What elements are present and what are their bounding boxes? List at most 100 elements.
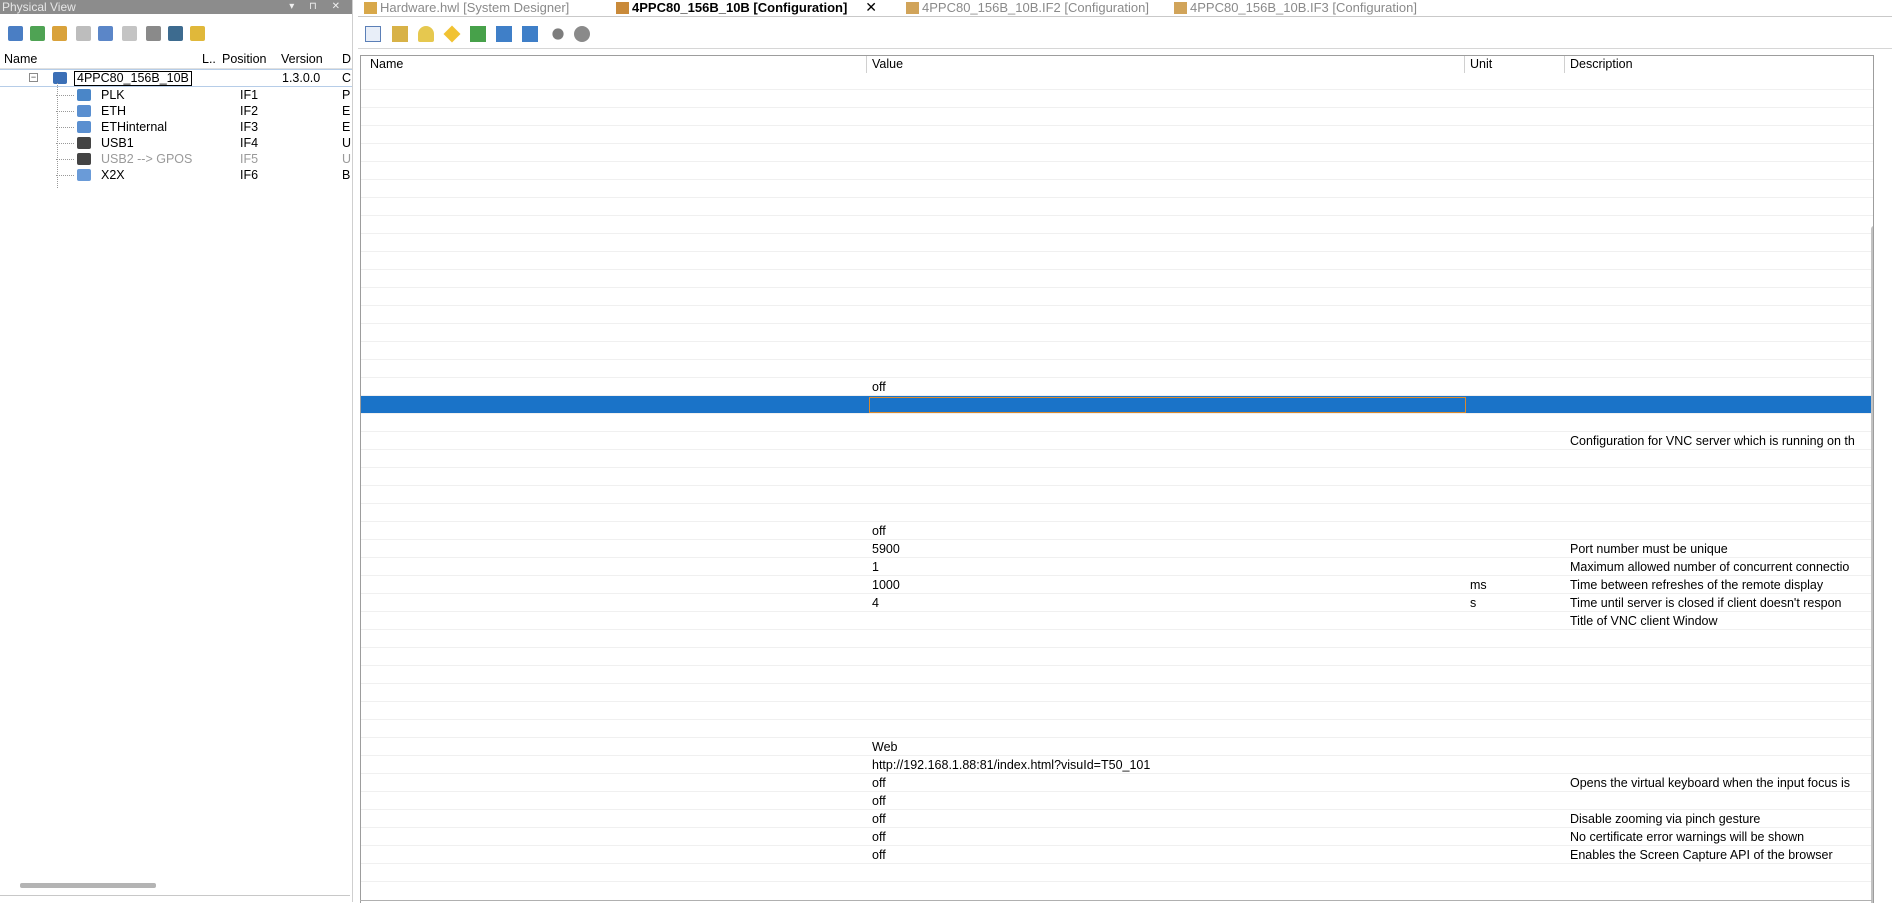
connect-icon[interactable]	[98, 26, 113, 41]
search-icon[interactable]	[30, 26, 45, 41]
config-row[interactable]: +Screen	[361, 684, 1873, 702]
circle-icon[interactable]	[552, 28, 564, 40]
config-row[interactable]: +Gestures	[361, 702, 1873, 720]
config-row[interactable]: +Internet file system	[361, 198, 1873, 216]
config-row[interactable]: +NAT configuration	[361, 414, 1873, 432]
tab-hardware-system-designer[interactable]: Hardware.hwl [System Designer]	[364, 0, 569, 16]
close-icon[interactable]: ✕	[865, 0, 877, 15]
config-row[interactable]: +Enable Screen CaptureoffEnables the Scr…	[361, 846, 1873, 864]
config-row[interactable]: +Communication	[361, 108, 1873, 126]
config-row[interactable]: Key mapping file	[361, 486, 1873, 504]
config-row[interactable]: Refresh rate1000msTime between refreshes…	[361, 576, 1873, 594]
col-position[interactable]: Position	[222, 52, 266, 66]
config-row[interactable]: +Update	[361, 864, 1873, 882]
col-name[interactable]: Name	[4, 52, 37, 66]
config-row[interactable]: +OPC-UA System	[361, 396, 1873, 414]
diamond-icon[interactable]	[443, 25, 461, 43]
tools-icon[interactable]	[146, 26, 161, 41]
config-row[interactable]: TitleTitle of VNC client Window	[361, 612, 1873, 630]
config-row[interactable]: +TFTP Server	[361, 288, 1873, 306]
tree-node-interface[interactable]: ETHinternal IF3 E	[0, 119, 352, 135]
tab-if3-configuration[interactable]: 4PPC80_156B_10B.IF3 [Configuration]	[1174, 0, 1417, 16]
config-row[interactable]: +Reboot	[361, 90, 1873, 108]
arrows-icon[interactable]	[470, 26, 486, 42]
config-row[interactable]: +DNS parameters	[361, 234, 1873, 252]
config-row[interactable]: +Enable virtual keyboardoffOpens the vir…	[361, 774, 1873, 792]
config-row[interactable]: −Terminal configuration	[361, 648, 1873, 666]
config-row[interactable]: −Visualization	[361, 720, 1873, 738]
column-separator[interactable]	[1464, 56, 1465, 73]
config-row[interactable]: +Ethernet parameters	[361, 216, 1873, 234]
gear-icon[interactable]	[574, 26, 590, 42]
row-value-cell[interactable]: http://192.168.1.88:81/index.html?visuId…	[869, 756, 1467, 774]
config-row[interactable]: Activate DTM Diagnostic Serveroff	[361, 378, 1873, 396]
refresh-icon[interactable]	[8, 26, 23, 41]
column-value[interactable]: Value	[872, 57, 903, 71]
config-row[interactable]: +Authenticationoff	[361, 522, 1873, 540]
column-separator[interactable]	[866, 56, 867, 73]
config-row[interactable]: +System diagnostics	[361, 342, 1873, 360]
config-row[interactable]: +Time synchronization	[361, 180, 1873, 198]
config-row[interactable]: URL of applicationhttp://192.168.1.88:81…	[361, 756, 1873, 774]
tree-node-interface[interactable]: USB2 --> GPOS IF5 U	[0, 151, 352, 167]
row-value-cell[interactable]: off	[869, 774, 1467, 792]
row-value-cell[interactable]: 5900	[869, 540, 1467, 558]
config-row[interactable]: +Startup	[361, 666, 1873, 684]
wizard-icon[interactable]	[190, 26, 205, 41]
config-row[interactable]: +File devices	[361, 162, 1873, 180]
expand-all-icon[interactable]	[392, 26, 408, 42]
config-row[interactable]: +Additionally supported hardware	[361, 306, 1873, 324]
tab-if2-configuration[interactable]: 4PPC80_156B_10B.IF2 [Configuration]	[906, 0, 1149, 16]
panel-window-buttons[interactable]: ▾ ⊓ ✕	[289, 0, 346, 14]
settings-icon[interactable]	[76, 26, 91, 41]
config-row[interactable]: +Timing	[361, 126, 1873, 144]
col-version[interactable]: Version	[281, 52, 323, 66]
new-item-icon[interactable]	[418, 26, 434, 42]
tree-node-root-device[interactable]: − 4PPC80_156B_10B 1.3.0.0 C	[0, 69, 352, 87]
module-icon[interactable]	[168, 26, 183, 41]
row-value-cell[interactable]: off	[869, 828, 1467, 846]
row-value-cell[interactable]: off	[869, 846, 1467, 864]
tree-node-interface[interactable]: PLK IF1 P	[0, 87, 352, 103]
config-row[interactable]: Connection timeout4sTime until server is…	[361, 594, 1873, 612]
add-hardware-icon[interactable]	[52, 26, 67, 41]
config-row[interactable]: +Ignore certificate errorsoffNo certific…	[361, 828, 1873, 846]
config-row[interactable]: Developer toolsoff	[361, 792, 1873, 810]
row-value-cell[interactable]: off	[869, 810, 1467, 828]
config-row[interactable]: −VC Mapping	[361, 450, 1873, 468]
config-row[interactable]: Max. connections1Maximum allowed number …	[361, 558, 1873, 576]
collapse-icon[interactable]: −	[29, 73, 38, 82]
config-row[interactable]: VC object name	[361, 468, 1873, 486]
col-l[interactable]: L..	[202, 52, 216, 66]
tab-configuration-active[interactable]: 4PPC80_156B_10B [Configuration] ✕	[616, 0, 878, 16]
config-row[interactable]: −Passwords	[361, 504, 1873, 522]
page-icon[interactable]	[122, 26, 137, 41]
properties-icon[interactable]	[365, 26, 381, 42]
row-value-cell[interactable]: off	[869, 522, 1467, 540]
col-d[interactable]: D	[342, 52, 351, 66]
row-value-cell[interactable]: 1000	[869, 576, 1467, 594]
config-row[interactable]: −VNC Server Configuration for PLCConfigu…	[361, 432, 1873, 450]
tree-node-interface[interactable]: ETH IF2 E	[0, 103, 352, 119]
column-unit[interactable]: Unit	[1470, 57, 1492, 71]
config-row[interactable]: −DTM Server	[361, 360, 1873, 378]
config-row[interactable]: +FTP Server	[361, 270, 1873, 288]
tree-node-interface[interactable]: X2X IF6 B	[0, 167, 352, 183]
config-row[interactable]: Port number5900Port number must be uniqu…	[361, 540, 1873, 558]
sort-descending-icon[interactable]	[496, 26, 512, 42]
row-value-cell[interactable]: 1	[869, 558, 1467, 576]
config-row[interactable]: +ANSL Authentication	[361, 630, 1873, 648]
config-row[interactable]: +Online parameters	[361, 252, 1873, 270]
column-description[interactable]: Description	[1570, 57, 1633, 71]
column-name[interactable]: Name	[370, 57, 403, 71]
row-value-cell[interactable]: off	[869, 378, 1467, 396]
row-value-cell[interactable]: Web	[869, 738, 1467, 756]
config-row[interactable]: −Visu modeWeb	[361, 738, 1873, 756]
row-value-cell[interactable]: off	[869, 792, 1467, 810]
horizontal-scrollbar[interactable]	[20, 883, 156, 888]
sort-ascending-icon[interactable]	[522, 26, 538, 42]
tree-node-interface[interactable]: USB1 IF4 U	[0, 135, 352, 151]
config-row[interactable]: +Resources	[361, 144, 1873, 162]
row-value-cell[interactable]	[869, 397, 1466, 413]
config-row[interactable]: +System	[361, 72, 1873, 90]
